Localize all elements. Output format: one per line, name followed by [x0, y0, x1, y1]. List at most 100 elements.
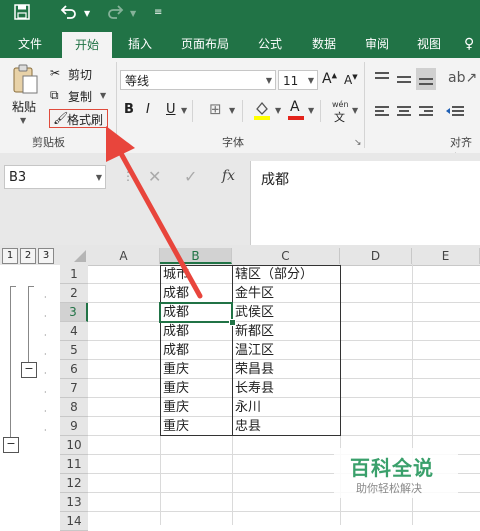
row-header[interactable]: 11 — [60, 455, 88, 474]
drag-handle-icon[interactable]: ⋮ — [122, 169, 134, 183]
underline-dropdown-icon[interactable]: ▼ — [181, 106, 187, 115]
undo-icon[interactable] — [60, 4, 78, 24]
cell-b9[interactable]: 重庆 — [160, 417, 232, 436]
column-header-a[interactable]: A — [88, 248, 160, 264]
paste-icon[interactable] — [10, 64, 40, 94]
collapse-group-button[interactable]: − — [3, 437, 19, 453]
font-color-dropdown-icon[interactable]: ▼ — [308, 106, 314, 115]
cell-b4[interactable]: 成都 — [160, 322, 232, 341]
fill-dropdown-icon[interactable]: ▼ — [275, 106, 281, 115]
copy-button[interactable]: 复制 — [68, 88, 92, 105]
dialog-launcher-icon[interactable]: ↘ — [354, 138, 362, 148]
ribbon: 粘贴 ▼ ✂ 剪切 ⧉ 复制 ▼ 🖌 格式刷 剪贴板 等线 ▼ 11 ▼ A▲ … — [0, 58, 480, 165]
copy-dropdown-icon[interactable]: ▼ — [100, 91, 106, 100]
align-left-icon[interactable] — [374, 104, 390, 123]
row-header[interactable]: 6 — [60, 360, 88, 379]
paintbrush-icon: 🖌 — [53, 111, 69, 125]
row-header[interactable]: 8 — [60, 398, 88, 417]
cell-b1[interactable]: 城市 — [160, 265, 232, 284]
tab-insert[interactable]: 插入 — [118, 30, 162, 58]
format-painter-button[interactable]: 🖌 格式刷 — [49, 109, 108, 128]
cell-b5[interactable]: 成都 — [160, 341, 232, 360]
italic-button[interactable]: I — [146, 102, 150, 117]
cell-c3[interactable]: 武侯区 — [232, 303, 340, 322]
group-divider — [116, 62, 117, 148]
outline-level-1-button[interactable]: 1 — [2, 248, 18, 264]
fill-color-icon[interactable] — [253, 100, 271, 124]
row-header[interactable]: 14 — [60, 512, 88, 531]
enter-icon[interactable]: ✓ — [184, 167, 197, 186]
cut-button[interactable]: 剪切 — [68, 66, 92, 83]
align-middle-icon[interactable] — [396, 72, 412, 91]
row-header[interactable]: 2 — [60, 284, 88, 303]
cell-c8[interactable]: 永川 — [232, 398, 340, 417]
cell-b6[interactable]: 重庆 — [160, 360, 232, 379]
tab-home[interactable]: 开始 — [62, 32, 112, 58]
font-name-select[interactable]: 等线 ▼ — [120, 70, 276, 90]
row-header[interactable]: 1 — [60, 265, 88, 284]
row-header[interactable]: 10 — [60, 436, 88, 455]
tab-formulas[interactable]: 公式 — [248, 30, 292, 58]
align-center-icon[interactable] — [396, 104, 412, 123]
paste-button[interactable]: 粘贴 — [12, 98, 36, 115]
collapse-group-button[interactable]: − — [21, 362, 37, 378]
tab-page-layout[interactable]: 页面布局 — [172, 30, 238, 58]
outline-level-3-button[interactable]: 3 — [38, 248, 54, 264]
cell-b7[interactable]: 重庆 — [160, 379, 232, 398]
cell-c9[interactable]: 忠县 — [232, 417, 340, 436]
save-icon[interactable] — [14, 4, 30, 24]
redo-icon[interactable] — [106, 4, 124, 24]
row-header[interactable]: 9 — [60, 417, 88, 436]
tab-data[interactable]: 数据 — [300, 30, 348, 58]
lightbulb-icon[interactable]: ♀ — [464, 36, 474, 52]
font-size-select[interactable]: 11 ▼ — [278, 70, 318, 90]
outline-level-2-button[interactable]: 2 — [20, 248, 36, 264]
formula-input[interactable]: 成都 — [250, 161, 480, 245]
tab-view[interactable]: 视图 — [406, 30, 452, 58]
row-header[interactable]: 5 — [60, 341, 88, 360]
cell-b3[interactable]: 成都 — [160, 303, 232, 322]
fill-handle[interactable] — [229, 319, 236, 326]
column-header-d[interactable]: D — [340, 248, 412, 264]
align-top-icon[interactable] — [374, 70, 390, 89]
align-right-icon[interactable] — [418, 104, 434, 123]
border-dropdown-icon[interactable]: ▼ — [229, 106, 235, 115]
align-bottom-icon[interactable] — [416, 68, 436, 90]
row-header[interactable]: 12 — [60, 474, 88, 493]
row-header-selected[interactable]: 3 — [60, 303, 88, 322]
cell-c5[interactable]: 温江区 — [232, 341, 340, 360]
decrease-indent-icon[interactable] — [446, 104, 464, 123]
phonetic-guide-button[interactable]: wén — [332, 100, 349, 109]
select-all-corner[interactable] — [60, 246, 88, 264]
paste-dropdown-icon[interactable]: ▼ — [20, 116, 26, 125]
cell-c6[interactable]: 荣昌县 — [232, 360, 340, 379]
increase-font-icon[interactable]: A▲ — [322, 71, 337, 87]
name-box[interactable]: B3 ▼ — [4, 165, 106, 189]
cell-c7[interactable]: 长寿县 — [232, 379, 340, 398]
insert-function-button[interactable]: fx — [222, 168, 235, 184]
column-header-e[interactable]: E — [412, 248, 480, 264]
cell-c2[interactable]: 金牛区 — [232, 284, 340, 303]
cell-b2[interactable]: 成都 — [160, 284, 232, 303]
redo-dropdown-icon[interactable]: ▼ — [130, 9, 136, 18]
customize-qat-icon[interactable]: ≡ — [154, 7, 162, 18]
border-icon[interactable]: ⊞ — [209, 100, 222, 118]
tab-file[interactable]: 文件 — [8, 30, 52, 58]
cell-c4[interactable]: 新都区 — [232, 322, 340, 341]
decrease-font-icon[interactable]: A▼ — [344, 73, 358, 87]
cell-c1[interactable]: 辖区（部分） — [232, 265, 340, 284]
phonetic-dropdown-icon[interactable]: ▼ — [352, 106, 358, 115]
column-header-b[interactable]: B — [160, 248, 232, 264]
bold-button[interactable]: B — [124, 102, 134, 117]
underline-button[interactable]: U — [166, 102, 176, 117]
cell-b8[interactable]: 重庆 — [160, 398, 232, 417]
cancel-icon[interactable]: ✕ — [148, 167, 161, 186]
row-header[interactable]: 7 — [60, 379, 88, 398]
orientation-icon[interactable]: ab↗ — [448, 70, 477, 86]
tab-review[interactable]: 审阅 — [354, 30, 400, 58]
undo-dropdown-icon[interactable]: ▼ — [84, 9, 90, 18]
row-header[interactable]: 4 — [60, 322, 88, 341]
column-header-c[interactable]: C — [232, 248, 340, 264]
font-size-value: 11 — [283, 74, 299, 88]
row-header[interactable]: 13 — [60, 493, 88, 512]
